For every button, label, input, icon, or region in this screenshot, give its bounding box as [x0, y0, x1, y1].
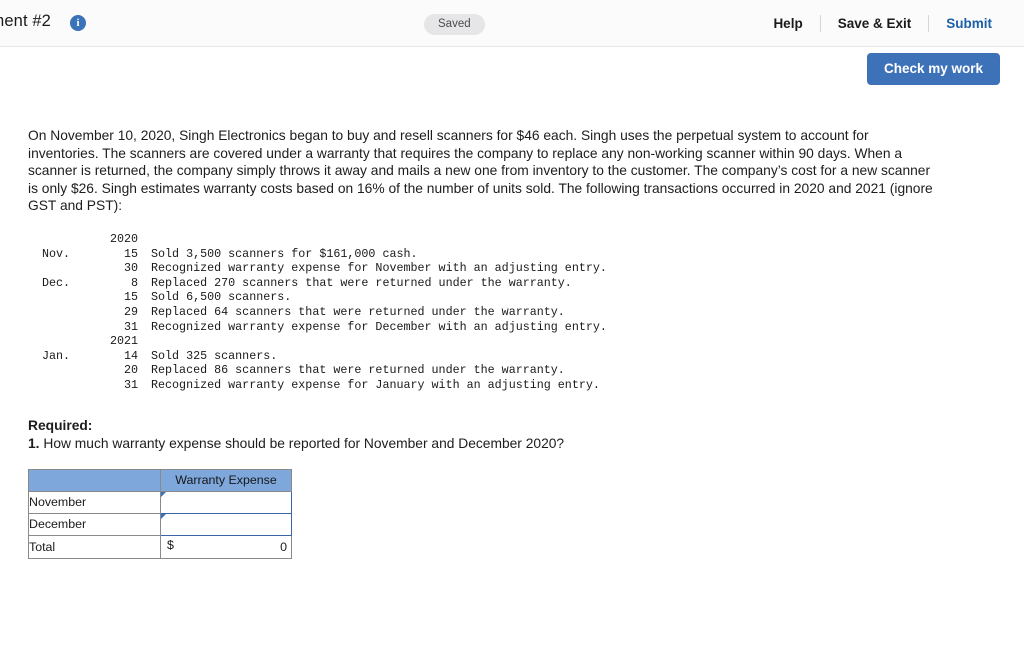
- status-badge-saved: Saved: [424, 14, 485, 35]
- transaction-month: [28, 305, 100, 320]
- transaction-description: Replaced 64 scanners that were returned …: [151, 304, 565, 319]
- november-warranty-input[interactable]: [161, 492, 291, 512]
- required-question-number: 1.: [28, 435, 40, 451]
- transaction-description: Recognized warranty expense for January …: [151, 377, 600, 392]
- transaction-month: Jan.: [42, 348, 71, 363]
- transaction-month: [28, 261, 100, 276]
- transaction-day: 8: [130, 275, 138, 290]
- transaction-row: 20 Replaced 86 scanners that were returne…: [28, 363, 607, 378]
- transactions-list: 2020 Nov. 15 Sold 3,500 scanners for $161,0…: [28, 232, 607, 393]
- answer-table-body: November December Total $ 0: [28, 490, 292, 559]
- transaction-month: [28, 320, 100, 335]
- december-input-cell[interactable]: [160, 512, 292, 536]
- november-input-cell[interactable]: [160, 490, 292, 514]
- transaction-day: 15: [123, 246, 138, 261]
- transaction-description: Recognized warranty expense for November…: [151, 261, 607, 276]
- transaction-day: 15: [123, 290, 138, 305]
- header-cell-warranty-expense: Warranty Expense: [160, 468, 292, 492]
- transaction-month: [28, 290, 100, 305]
- table-row: December: [28, 512, 292, 536]
- help-button[interactable]: Help: [756, 16, 819, 31]
- transaction-description: Sold 3,500 scanners for $161,000 cash.: [151, 246, 418, 261]
- transaction-description: Replaced 270 scanners that were returned…: [151, 275, 572, 290]
- check-my-work-row: Check my work: [0, 47, 1024, 96]
- transaction-row: Dec. 8 Replaced 270 scanners that were ret…: [28, 276, 607, 291]
- check-my-work-button[interactable]: Check my work: [866, 53, 1000, 85]
- december-warranty-input[interactable]: [161, 514, 291, 534]
- info-icon[interactable]: i: [70, 15, 86, 31]
- transaction-row: 29 Replaced 64 scanners that were returne…: [28, 305, 607, 320]
- top-header-bar: gnment #2 i Saved Help Save & Exit Submi…: [0, 0, 1024, 47]
- transaction-row: 31 Recognized warranty expense for Decemb…: [28, 320, 607, 335]
- required-heading: Required:: [28, 417, 93, 433]
- transaction-row: Nov. 15 Sold 3,500 scanners for $161,000 c…: [28, 247, 607, 262]
- required-question-text: How much warranty expense should be repo…: [43, 435, 565, 451]
- transaction-year: 2020: [109, 231, 138, 246]
- submit-button[interactable]: Submit: [929, 16, 1008, 31]
- transaction-description: Sold 325 scanners.: [151, 348, 278, 363]
- table-row: November: [28, 490, 292, 514]
- problem-statement: On November 10, 2020, Singh Electronics …: [28, 128, 933, 214]
- cell-marker-icon: [161, 491, 166, 497]
- transaction-day: 29: [123, 304, 138, 319]
- transaction-month: [28, 232, 100, 247]
- total-value-cell: $ 0: [160, 534, 292, 559]
- answer-table-wrapper: Warranty Expense November December Total…: [28, 468, 996, 559]
- warranty-expense-table: Warranty Expense November December Total…: [28, 468, 292, 559]
- transaction-month: [28, 378, 100, 393]
- table-row-total: Total $ 0: [28, 534, 292, 559]
- cell-marker-icon: [161, 513, 166, 519]
- transactions-body: 2020 Nov. 15 Sold 3,500 scanners for $161,0…: [28, 232, 607, 393]
- transaction-description: Sold 6,500 scanners.: [151, 290, 292, 305]
- transaction-description: Replaced 86 scanners that were returned …: [151, 363, 565, 378]
- transaction-day: 30: [123, 261, 138, 276]
- answer-table-head: Warranty Expense: [28, 468, 292, 492]
- transaction-row: Jan. 14 Sold 325 scanners.: [28, 349, 607, 364]
- table-header-row: Warranty Expense: [28, 468, 292, 492]
- page-title: gnment #2: [0, 12, 51, 30]
- transaction-row: 30 Recognized warranty expense for Novemb…: [28, 261, 607, 276]
- transaction-row: 2020: [28, 232, 607, 247]
- header-actions: Help Save & Exit Submit: [756, 0, 1008, 47]
- main-content: On November 10, 2020, Singh Electronics …: [0, 127, 1024, 559]
- currency-symbol: $: [167, 537, 174, 552]
- transaction-month: Nov.: [42, 246, 71, 261]
- transaction-description: Recognized warranty expense for December…: [151, 319, 607, 334]
- row-label-total: Total: [28, 534, 161, 559]
- transaction-row: 31 Recognized warranty expense for Januar…: [28, 378, 607, 393]
- total-amount: 0: [280, 539, 287, 554]
- transaction-row: 2021: [28, 334, 607, 349]
- row-label-december: December: [28, 512, 161, 536]
- header-cell-blank: [28, 468, 161, 492]
- transaction-description: [138, 334, 607, 349]
- transaction-row: 15 Sold 6,500 scanners.: [28, 290, 607, 305]
- transaction-day: 31: [123, 319, 138, 334]
- transaction-day: 14: [123, 348, 138, 363]
- assignment-page: gnment #2 i Saved Help Save & Exit Submi…: [0, 0, 1024, 651]
- save-and-exit-button[interactable]: Save & Exit: [821, 16, 929, 31]
- transaction-day: 31: [123, 377, 138, 392]
- transaction-year: 2021: [109, 334, 138, 349]
- transaction-month: Dec.: [42, 275, 71, 290]
- transaction-month: [28, 334, 100, 349]
- required-question: 1. How much warranty expense should be r…: [28, 436, 996, 451]
- transaction-day: 20: [123, 363, 138, 378]
- row-label-november: November: [28, 490, 161, 514]
- transaction-description: [138, 232, 607, 247]
- transaction-month: [28, 363, 100, 378]
